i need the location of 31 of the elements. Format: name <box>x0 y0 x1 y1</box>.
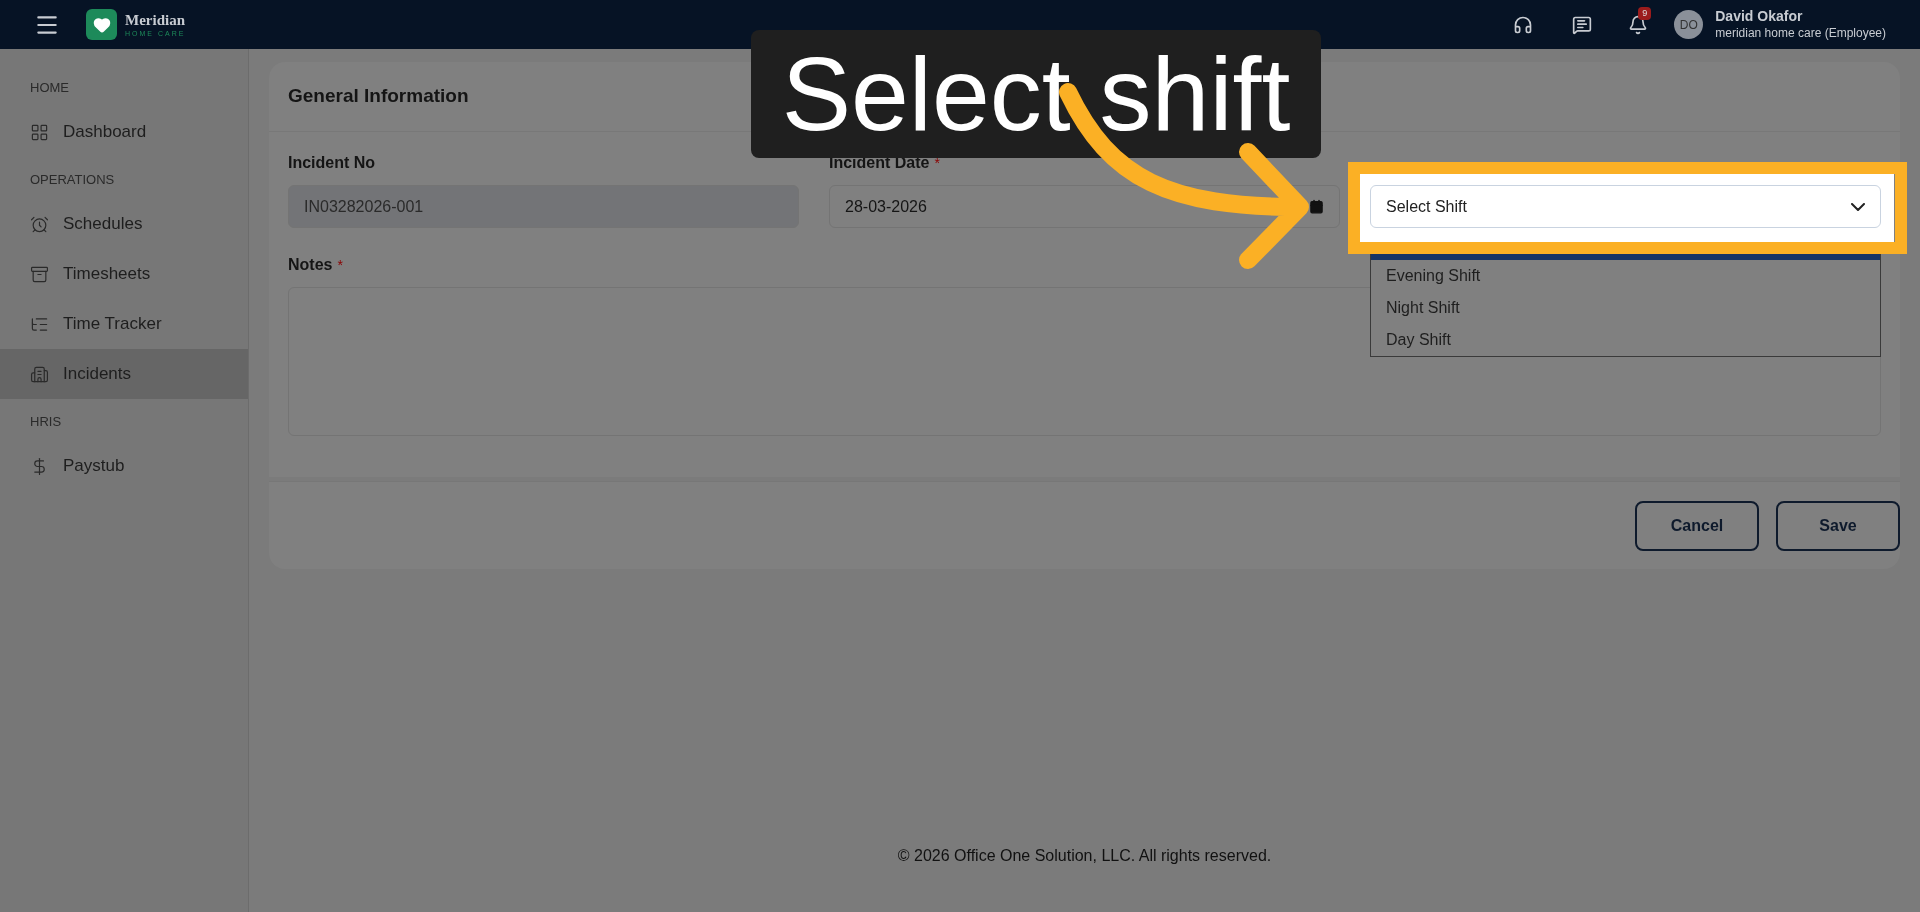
grid-icon <box>30 122 49 142</box>
section-heading: HRIS <box>29 413 63 432</box>
user-name: David Okafor <box>1715 8 1804 26</box>
archive-box-icon <box>30 264 49 284</box>
section-heading: OPERATIONS <box>29 171 116 190</box>
copyright-text: © 2026 Office One Solution, LLC. All rights reserved. <box>897 846 1272 866</box>
field-label: Notes <box>288 255 333 275</box>
dropdown-option[interactable]: Evening Shift <box>1371 260 1880 292</box>
notification-badge: 9 <box>1638 6 1652 20</box>
user-role: meridian home care (Employee) <box>1715 25 1886 41</box>
section-heading: HOME <box>29 79 70 98</box>
logo-icon <box>86 9 117 40</box>
user-avatar[interactable]: DO <box>1674 10 1704 39</box>
required-mark: * <box>337 255 343 275</box>
dropdown-option[interactable]: Day Shift <box>1371 324 1880 356</box>
dropdown-option[interactable]: Night Shift <box>1371 292 1880 324</box>
sidebar-item[interactable]: Incidents <box>0 349 248 399</box>
cancel-button[interactable]: Cancel <box>1635 500 1759 551</box>
card-title: General Information <box>288 84 469 109</box>
headset-icon[interactable] <box>1513 14 1534 35</box>
message-icon[interactable] <box>1572 14 1593 35</box>
shift-select[interactable]: Select Shift <box>1370 185 1881 228</box>
calendar-icon[interactable] <box>1309 199 1324 214</box>
callout-box: Select shift <box>751 30 1321 158</box>
logo-name: Meridian <box>125 12 186 28</box>
alarm-clock-icon <box>30 214 49 234</box>
chevron-down-icon <box>1851 202 1865 211</box>
save-button[interactable]: Save <box>1776 500 1900 551</box>
field-label: Incident No <box>288 153 376 173</box>
building-icon <box>30 364 49 384</box>
bell-icon[interactable] <box>1628 14 1649 35</box>
